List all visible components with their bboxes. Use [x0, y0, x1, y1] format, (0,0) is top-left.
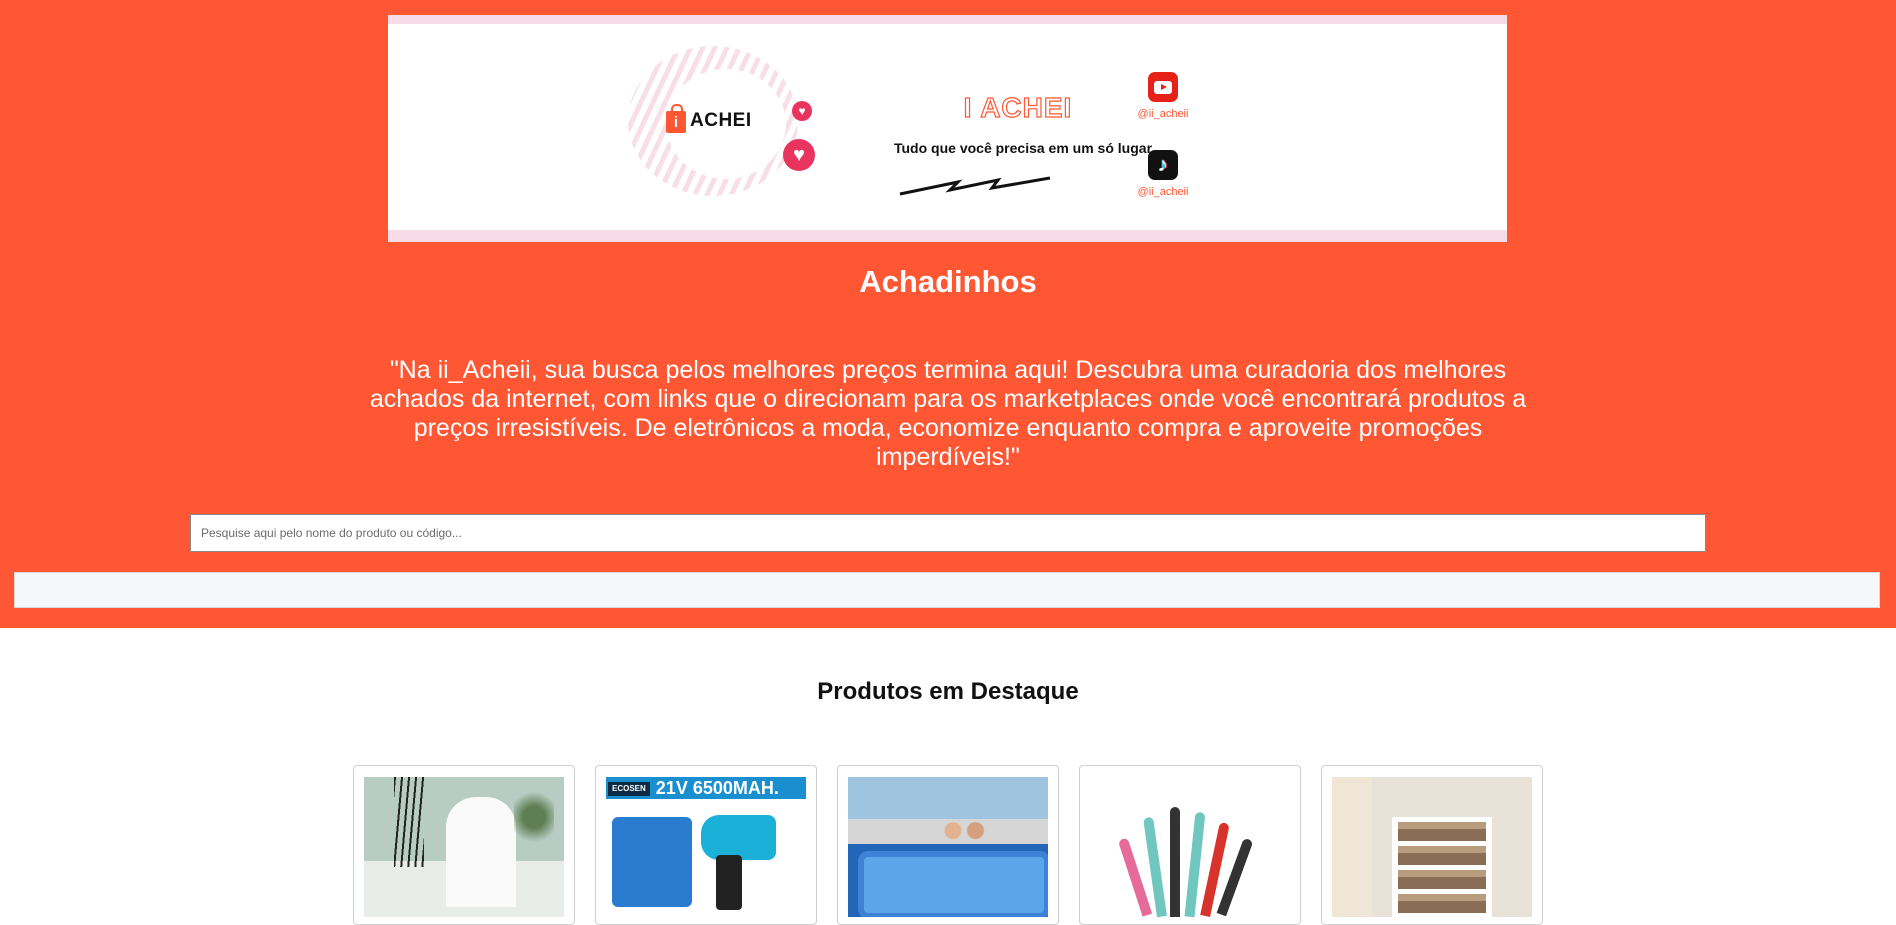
zigzag-decoration	[899, 176, 1051, 196]
inflatable-pool-product-image[interactable]	[848, 777, 1048, 917]
shopping-bag-icon: i	[666, 104, 686, 133]
hero-section: i ACHEI ♥ ♥ I ACHEI Tudo que você precis…	[0, 0, 1896, 628]
cordless-drill-product-image[interactable]: ECOSEN 21V 6500MAH.	[606, 777, 806, 917]
product-card[interactable]	[1321, 765, 1543, 925]
youtube-link[interactable]: @ii_acheii	[1123, 72, 1203, 120]
logo-text: ACHEI	[690, 110, 752, 131]
featured-section-title: Produtos em Destaque	[817, 678, 1079, 705]
product-card[interactable]	[353, 765, 575, 925]
tiktok-handle: @ii_acheii	[1137, 186, 1189, 198]
product-grid: ECOSEN 21V 6500MAH.	[353, 765, 1543, 925]
product-card[interactable]	[1079, 765, 1301, 925]
youtube-icon	[1148, 72, 1178, 102]
search-results-bar	[14, 572, 1880, 608]
tiktok-link[interactable]: ♪ @ii_acheii	[1123, 150, 1203, 198]
product-card[interactable]: ECOSEN 21V 6500MAH.	[595, 765, 817, 925]
product-card[interactable]	[837, 765, 1059, 925]
heart-icon: ♥	[792, 101, 812, 121]
shoe-rack-product-image[interactable]	[1332, 777, 1532, 917]
logo[interactable]: i ACHEI	[666, 104, 752, 133]
page-title: Achadinhos	[859, 264, 1037, 299]
silicone-kitchen-utensils-product-image[interactable]	[1090, 777, 1290, 917]
page-tagline: "Na ii_Acheii, sua busca pelos melhores …	[369, 356, 1527, 471]
tiktok-icon: ♪	[1148, 150, 1178, 180]
search-input[interactable]	[190, 514, 1706, 552]
brand-title: I ACHEI	[963, 91, 1073, 123]
product-image-text: 21V 6500MAH.	[655, 778, 779, 798]
product-brand: ECOSEN	[608, 782, 650, 797]
brand-banner: i ACHEI ♥ ♥ I ACHEI Tudo que você precis…	[388, 15, 1507, 242]
youtube-handle: @ii_acheii	[1137, 108, 1189, 120]
heart-icon: ♥	[783, 139, 815, 171]
aroma-diffuser-product-image[interactable]	[364, 777, 564, 917]
